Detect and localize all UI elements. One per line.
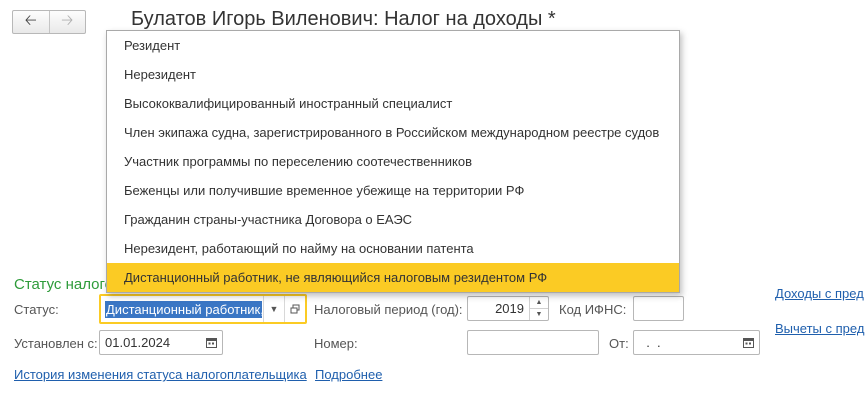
spin-up-icon[interactable]: ▲ (530, 297, 548, 309)
status-select[interactable]: Дистанционный работник, ▼ (99, 294, 307, 324)
from-date-value: . . (639, 335, 661, 350)
dropdown-option[interactable]: Беженцы или получившие временное убежище… (107, 176, 679, 205)
status-dropdown-list: Резидент Нерезидент Высококвалифицирован… (106, 30, 680, 293)
forward-button[interactable]: 🡢 (50, 11, 86, 33)
ifns-label: Код ИФНС: (559, 302, 627, 317)
calendar-button[interactable] (737, 331, 759, 354)
tax-period-label: Налоговый период (год): (314, 302, 463, 317)
dropdown-option[interactable]: Участник программы по переселению соотеч… (107, 147, 679, 176)
dropdown-option[interactable]: Высококвалифицированный иностранный спец… (107, 89, 679, 118)
more-link[interactable]: Подробнее (315, 367, 382, 382)
dropdown-option[interactable]: Нерезидент, работающий по найму на основ… (107, 234, 679, 263)
back-button[interactable]: 🡠 (13, 11, 50, 33)
arrow-left-icon: 🡠 (24, 11, 37, 29)
chevron-down-icon: ▼ (269, 304, 279, 314)
calendar-icon (205, 338, 217, 348)
dropdown-option[interactable]: Резидент (107, 31, 679, 60)
number-label: Номер: (314, 336, 358, 351)
calendar-icon (742, 338, 754, 348)
from-date-input[interactable]: . . (633, 330, 760, 355)
dropdown-option[interactable]: Гражданин страны-участника Договора о ЕА… (107, 205, 679, 234)
open-button[interactable] (284, 296, 305, 322)
spin-down-icon[interactable]: ▼ (530, 309, 548, 320)
number-input[interactable] (467, 330, 599, 355)
deductions-link[interactable]: Вычеты с пред (775, 321, 865, 336)
income-link[interactable]: Доходы с пред (775, 286, 865, 301)
status-value: Дистанционный работник, (105, 300, 262, 318)
status-history-link[interactable]: История изменения статуса налогоплательщ… (14, 367, 307, 382)
tax-period-input[interactable]: 2019 ▲ ▼ (467, 296, 549, 321)
ifns-input[interactable] (633, 296, 684, 321)
established-date-value: 01.01.2024 (105, 335, 171, 350)
from-label: От: (609, 336, 629, 351)
page-title: Булатов Игорь Виленович: Налог на доходы… (131, 8, 556, 30)
established-label: Установлен с: (14, 336, 98, 351)
year-spinner[interactable]: ▲ ▼ (529, 297, 548, 320)
nav-buttons: 🡠 🡢 (12, 10, 86, 34)
arrow-right-icon: 🡢 (61, 11, 74, 29)
dropdown-option[interactable]: Нерезидент (107, 60, 679, 89)
calendar-button[interactable] (200, 331, 222, 354)
established-date-input[interactable]: 01.01.2024 (99, 330, 223, 355)
open-window-icon (290, 304, 300, 314)
dropdown-option-selected[interactable]: Дистанционный работник, не являющийся на… (107, 263, 679, 292)
dropdown-option[interactable]: Член экипажа судна, зарегистрированного … (107, 118, 679, 147)
status-label: Статус: (14, 302, 59, 317)
tax-period-value: 2019 (495, 301, 524, 316)
dropdown-button[interactable]: ▼ (263, 296, 284, 322)
